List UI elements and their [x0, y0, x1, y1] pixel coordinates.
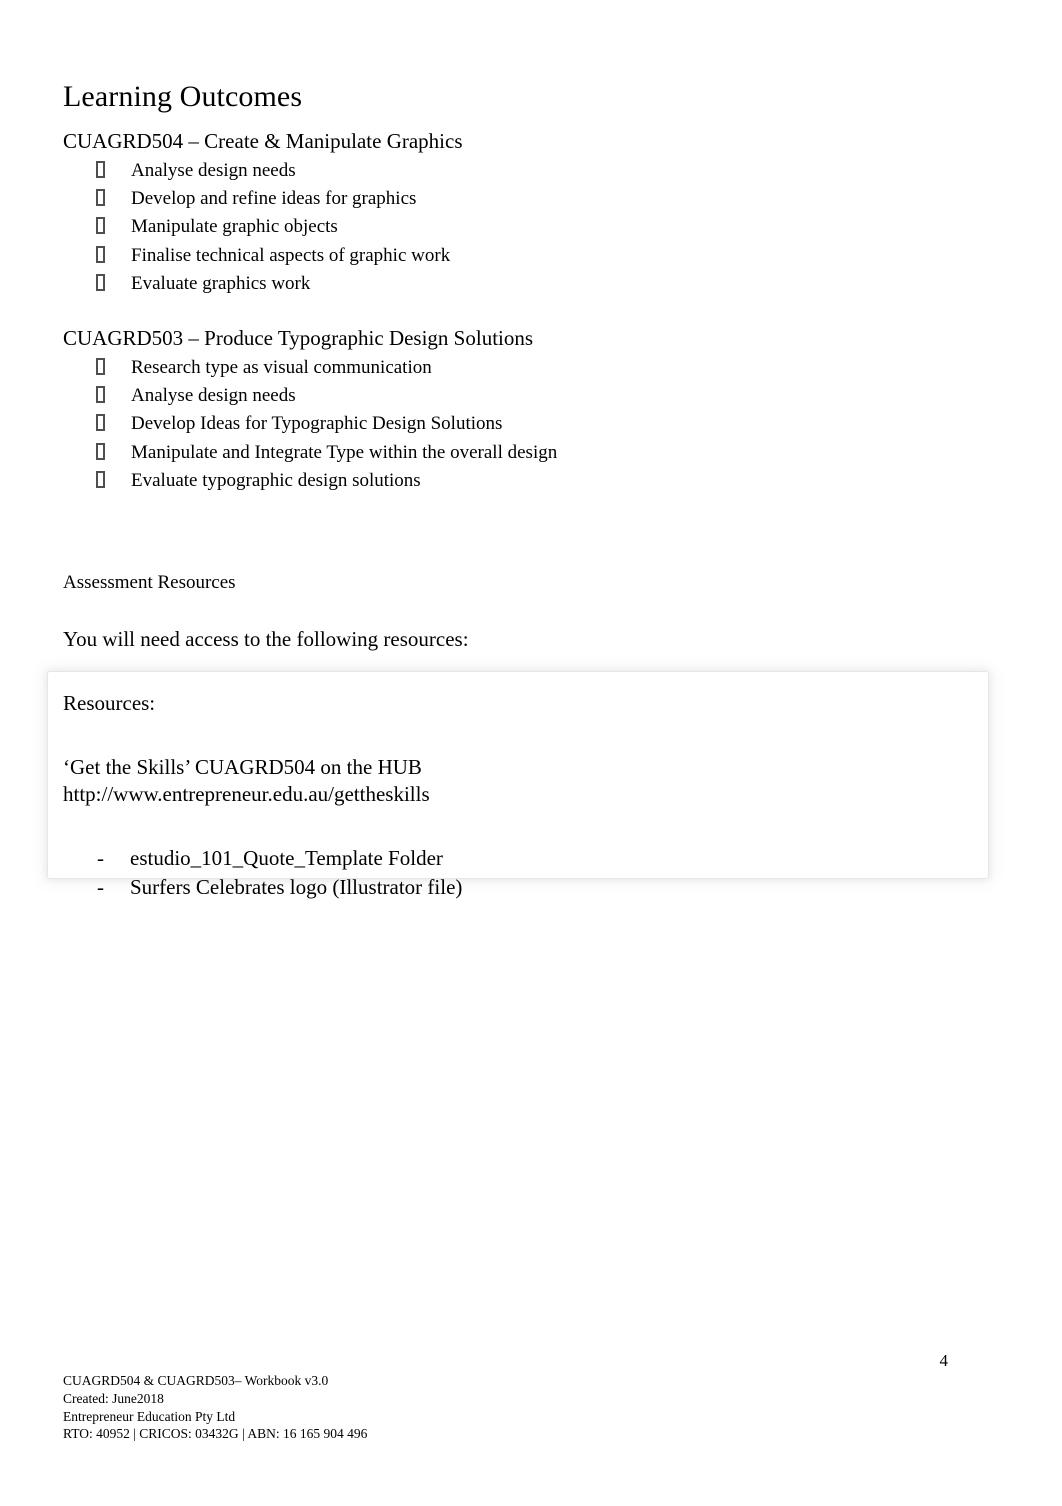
- outcome-group-heading: CUAGRD504 – Create & Manipulate Graphics: [63, 129, 463, 153]
- footer-line-workbook: CUAGRD504 & CUAGRD503– Workbook v3.0: [63, 1373, 329, 1388]
- outcome-group-cuagrd504: CUAGRD504 – Create & Manipulate Graphics…: [63, 128, 463, 298]
- assessment-resources-intro: You will need access to the following re…: [63, 627, 469, 651]
- page-title: Learning Outcomes: [63, 80, 303, 114]
- list-item-label: Analyse design needs: [131, 160, 296, 182]
- list-item: - Surfers Celebrates logo (Illustrator f…: [63, 873, 988, 903]
- resources-callout-box: Resources: ‘Get the Skills’ CUAGRD504 on…: [48, 672, 988, 899]
- resources-hub-line: ‘Get the Skills’ CUAGRD504 on the HUB: [63, 754, 422, 779]
- resources-file-list: - estudio_101_Quote_Template Folder - Su…: [63, 844, 988, 904]
- missing-glyph-bullet-icon: [96, 442, 105, 460]
- missing-glyph-bullet-icon: [96, 189, 105, 207]
- list-item: Research type as visual communication: [63, 354, 557, 382]
- missing-glyph-bullet-icon: [96, 358, 105, 376]
- list-item-label: Manipulate graphic objects: [131, 216, 338, 238]
- missing-glyph-bullet-icon: [96, 161, 105, 179]
- resources-url-link[interactable]: http://www.entrepreneur.edu.au/gettheski…: [63, 781, 988, 808]
- list-item-label: Research type as visual communication: [131, 357, 432, 379]
- outcome-list: Analyse design needs Develop and refine …: [63, 157, 463, 298]
- list-item-label: estudio_101_Quote_Template Folder: [130, 845, 443, 870]
- list-item: Analyse design needs: [63, 157, 463, 185]
- list-item-label: Manipulate and Integrate Type within the…: [131, 441, 558, 463]
- missing-glyph-bullet-icon: [96, 245, 105, 263]
- list-item-label: Evaluate graphics work: [131, 272, 311, 294]
- outcome-group-cuagrd503: CUAGRD503 – Produce Typographic Design S…: [63, 325, 557, 495]
- list-item-label: Develop Ideas for Typographic Design Sol…: [131, 413, 503, 435]
- list-item-label: Develop and refine ideas for graphics: [131, 188, 417, 210]
- list-item: Evaluate graphics work: [63, 270, 463, 298]
- missing-glyph-bullet-icon: [96, 273, 105, 291]
- list-item-label: Analyse design needs: [131, 385, 296, 407]
- outcome-group-heading: CUAGRD503 – Produce Typographic Design S…: [63, 326, 534, 350]
- document-page: Learning Outcomes CUAGRD504 – Create & M…: [0, 0, 1062, 1506]
- footer-line-registration: RTO: 40952 | CRICOS: 03432G | ABN: 16 16…: [63, 1426, 368, 1442]
- missing-glyph-bullet-icon: [96, 217, 105, 235]
- list-item: - estudio_101_Quote_Template Folder: [63, 844, 988, 874]
- assessment-resources-label: Assessment Resources: [63, 572, 236, 593]
- list-item: Manipulate and Integrate Type within the…: [63, 439, 557, 467]
- dash-bullet-icon: -: [97, 845, 104, 870]
- footer-line-organisation: Entrepreneur Education Pty Ltd: [63, 1408, 236, 1424]
- page-footer: CUAGRD504 & CUAGRD503– Workbook v3.0 Cre…: [63, 1372, 367, 1443]
- list-item: Finalise technical aspects of graphic wo…: [63, 242, 463, 270]
- dash-bullet-icon: -: [97, 875, 104, 900]
- list-item: Analyse design needs: [63, 382, 557, 410]
- missing-glyph-bullet-icon: [96, 470, 105, 488]
- list-item: Develop and refine ideas for graphics: [63, 185, 463, 213]
- footer-line-created: Created: June2018: [63, 1390, 164, 1406]
- list-item-label: Finalise technical aspects of graphic wo…: [131, 244, 451, 266]
- missing-glyph-bullet-icon: [96, 414, 105, 432]
- list-item-label: Evaluate typographic design solutions: [131, 469, 421, 491]
- page-number: 4: [939, 1351, 949, 1370]
- list-item: Develop Ideas for Typographic Design Sol…: [63, 410, 557, 438]
- outcome-list: Research type as visual communication An…: [63, 354, 557, 495]
- list-item: Manipulate graphic objects: [63, 213, 463, 241]
- missing-glyph-bullet-icon: [96, 386, 105, 404]
- list-item-label: Surfers Celebrates logo (Illustrator fil…: [130, 875, 463, 900]
- resources-box-title: Resources:: [63, 691, 156, 715]
- list-item: Evaluate typographic design solutions: [63, 467, 557, 495]
